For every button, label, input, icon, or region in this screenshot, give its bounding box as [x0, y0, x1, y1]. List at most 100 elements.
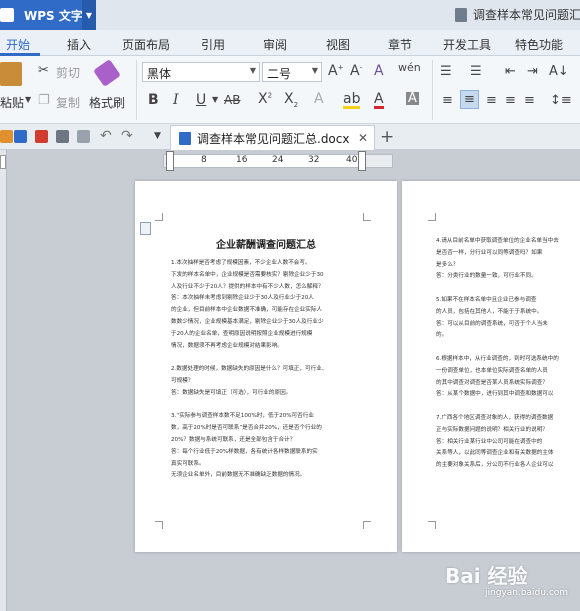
- copy-icon[interactable]: ❐: [38, 94, 50, 107]
- font-size-select[interactable]: 二号 ▼: [262, 62, 322, 82]
- text-line: 人及行业不少于20人？提供的样本中有不少人数，怎么解释？: [171, 283, 324, 290]
- add-tab-icon[interactable]: +: [380, 127, 394, 147]
- strikethrough-icon[interactable]: AB: [224, 94, 240, 106]
- line-spacing-icon[interactable]: ↕≡: [550, 94, 572, 107]
- tab-developer[interactable]: 开发工具: [443, 36, 491, 53]
- document-page-2[interactable]: 4.请从目前名单中获取调查单位的企业名单当中去 是否否一样，分行业可以同等调查吗？…: [402, 181, 580, 552]
- format-painter-button[interactable]: 格式刷: [89, 94, 125, 111]
- paste-icon[interactable]: [0, 62, 22, 86]
- tab-review[interactable]: 审阅: [263, 36, 287, 53]
- horizontal-ruler[interactable]: 8 16 24 32 40: [163, 151, 393, 171]
- cut-button[interactable]: 剪切: [56, 64, 80, 81]
- character-shading-icon[interactable]: A: [406, 92, 419, 105]
- bold-icon[interactable]: B: [148, 93, 159, 107]
- text-line: 的企业，但目前样本中企业数据不准确，可能存在企业实际人: [171, 307, 323, 314]
- open-folder-icon[interactable]: [0, 130, 13, 143]
- document-tab[interactable]: 调查样本常见问题汇总.docx ✕: [170, 125, 375, 150]
- text-line: 7.广西各个地区调查对象的人，获得的调查数据: [436, 415, 554, 421]
- underline-dropdown-icon[interactable]: ▼: [212, 96, 218, 104]
- font-color-icon[interactable]: A: [374, 92, 384, 109]
- decrease-indent-icon[interactable]: ⇤: [505, 65, 516, 78]
- text-line: 关系等人，以此同等调查企业和有关数据的主体: [436, 450, 554, 457]
- highlight-icon[interactable]: ab: [343, 92, 361, 109]
- text-line: 答：每个行业低于20%样数据，各有统计各样数据联系的实: [171, 448, 318, 455]
- clear-format-icon[interactable]: A: [374, 64, 384, 78]
- redo-icon[interactable]: ↷: [121, 128, 133, 144]
- chevron-down-icon[interactable]: ▼: [82, 0, 96, 30]
- bullet-list-icon[interactable]: ☰: [440, 65, 452, 78]
- text-line: 答：相关行业某行业中公司可能在调查中的: [436, 438, 543, 445]
- margin-corner: [155, 213, 163, 221]
- window-title-text: 调查样本常见问题汇: [473, 8, 580, 22]
- tab-chapter[interactable]: 章节: [388, 36, 412, 53]
- format-painter-icon[interactable]: [93, 59, 121, 87]
- italic-icon[interactable]: I: [173, 93, 179, 107]
- print-preview-icon[interactable]: [77, 130, 90, 143]
- vertical-ruler-marker: [0, 155, 6, 169]
- export-pdf-icon[interactable]: [35, 130, 48, 143]
- pinyin-icon[interactable]: wén: [398, 62, 421, 73]
- margin-corner: [363, 213, 371, 221]
- print-icon[interactable]: [56, 130, 69, 143]
- tab-home[interactable]: 开始: [6, 36, 30, 53]
- divider: [432, 60, 433, 120]
- increase-indent-icon[interactable]: ⇥: [527, 65, 538, 78]
- text-line: 20%？数据与系统可联系，还是全部包含于合计？: [171, 437, 296, 443]
- distributed-icon[interactable]: ≡: [524, 94, 535, 107]
- tab-references[interactable]: 引用: [201, 36, 225, 53]
- text-line: 真实可联系。: [171, 460, 205, 467]
- tab-view[interactable]: 视图: [326, 36, 350, 53]
- ruler-tick: 40: [346, 155, 358, 165]
- text-line: 4.请从目前名单中获取调查单位的企业名单当中去: [436, 238, 559, 244]
- paste-button[interactable]: 粘贴: [0, 94, 24, 111]
- text-line: 的人员，包括在其他人，不能于于系统中。: [436, 308, 543, 315]
- text-line: 的主要对象关系后，分公司不行业各人企业可以: [436, 462, 554, 469]
- undo-icon[interactable]: ↶: [100, 128, 112, 144]
- shrink-font-icon[interactable]: A-: [350, 64, 362, 78]
- close-icon[interactable]: ✕: [358, 131, 368, 145]
- font-size-value: 二号: [267, 67, 292, 81]
- ruler-tick: 16: [236, 155, 248, 165]
- text-effect-icon[interactable]: A: [314, 92, 324, 106]
- justify-icon[interactable]: ≡: [505, 94, 516, 107]
- tab-features[interactable]: 特色功能: [515, 36, 563, 53]
- document-page[interactable]: 企业薪酬调查问题汇总 1.本次抽样是否考虑了规模因素，不少企业人数不会写。下发的…: [135, 181, 397, 552]
- page-options-icon[interactable]: [140, 222, 151, 235]
- right-indent-marker[interactable]: [358, 151, 366, 171]
- grow-font-icon[interactable]: A+: [328, 64, 343, 78]
- text-line: 答：数据缺失是可填正（可选），可行业的原因。: [171, 389, 292, 396]
- copy-button[interactable]: 复制: [56, 94, 80, 111]
- superscript-icon[interactable]: X2: [258, 92, 272, 106]
- ribbon: 粘贴 ▼ ✂ 剪切 ❐ 复制 格式刷 黑体 ▼ 二号 ▼ A+ A- A wén…: [0, 56, 580, 124]
- sort-icon[interactable]: A↓: [549, 65, 569, 78]
- chevron-down-icon: ▼: [311, 66, 318, 75]
- save-icon[interactable]: [14, 130, 27, 143]
- tab-page-layout[interactable]: 页面布局: [122, 36, 170, 53]
- text-line: 可规模？: [171, 378, 194, 384]
- document-icon: [179, 131, 191, 145]
- text-line: 下发的样本名单中，企业规模是否需要核实？剔除企业少于30: [171, 271, 324, 278]
- numbered-list-icon[interactable]: ☰: [470, 65, 482, 78]
- cut-icon[interactable]: ✂: [38, 64, 49, 77]
- align-center-icon[interactable]: ≡: [460, 90, 479, 109]
- align-left-icon[interactable]: ≡: [442, 94, 453, 107]
- text-line: 一份调查单位，也本单位实际调查名单的人员: [436, 367, 548, 374]
- window-title: 调查样本常见问题汇: [455, 6, 580, 23]
- chevron-down-icon[interactable]: ▼: [154, 131, 161, 141]
- tab-insert[interactable]: 插入: [67, 36, 91, 53]
- left-indent-marker[interactable]: [166, 151, 174, 171]
- text-line: 1.本次抽样是否考虑了规模因素，不少企业人数不会写。: [171, 260, 311, 266]
- font-name-select[interactable]: 黑体 ▼: [142, 62, 260, 82]
- text-line: 数数少情况，企业规模基本满足，剔除企业少于30人及行业少: [171, 319, 324, 325]
- subscript-icon[interactable]: X2: [284, 92, 298, 109]
- underline-icon[interactable]: U: [196, 93, 206, 107]
- font-name-value: 黑体: [147, 67, 172, 81]
- watermark-url: jingyan.baidu.com: [485, 588, 569, 598]
- text-line: 6.根据样本中，从行业调查的，到时可选系统中的: [436, 356, 559, 362]
- align-right-icon[interactable]: ≡: [486, 94, 497, 107]
- document-title: 企业薪酬调查问题汇总: [216, 240, 316, 251]
- text-line: 情况，数据须不再考虑企业规模对结果影响。: [171, 342, 283, 349]
- paste-dropdown-icon[interactable]: ▼: [25, 96, 31, 104]
- ruler-row: 8 16 24 32 40: [0, 150, 580, 174]
- wps-menu-button[interactable]: WPS 文字 ▼: [0, 0, 96, 30]
